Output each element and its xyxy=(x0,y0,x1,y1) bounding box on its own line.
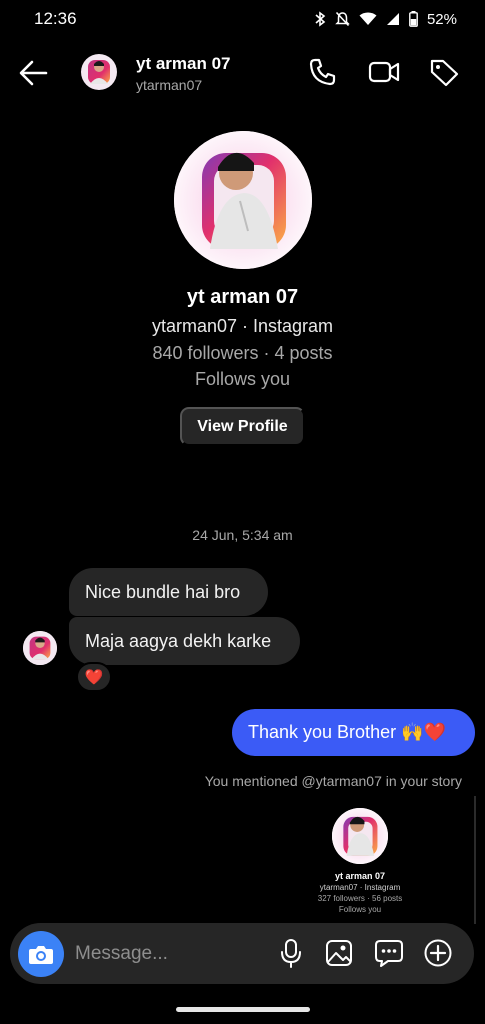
profile-name: yt arman 07 xyxy=(186,286,299,308)
header-name[interactable]: yt arman 07 xyxy=(136,54,231,74)
avatar-image xyxy=(23,631,57,665)
battery-icon xyxy=(409,11,418,27)
status-time: 12:36 xyxy=(34,9,77,28)
avatar-image xyxy=(332,808,388,864)
tag-icon[interactable] xyxy=(428,57,460,87)
sticker-icon[interactable] xyxy=(374,938,404,968)
story-mention-card[interactable]: yt arman 07 ytarman07 · Instagram 327 fo… xyxy=(306,800,420,928)
header-avatar[interactable] xyxy=(81,54,117,90)
story-card-source: ytarman07 · Instagram xyxy=(319,883,401,892)
chat-header: yt arman 07 ytarman07 xyxy=(0,44,485,100)
received-message[interactable]: Maja aagya dekh karke xyxy=(69,617,300,665)
message-composer xyxy=(10,923,474,984)
signal-icon xyxy=(386,13,399,25)
story-card-stats: 327 followers · 56 posts xyxy=(317,894,403,903)
back-arrow-icon[interactable] xyxy=(18,58,50,88)
bluetooth-icon xyxy=(315,11,326,27)
story-mention-note: You mentioned @ytarman07 in your story xyxy=(204,773,462,789)
video-icon[interactable] xyxy=(368,57,400,87)
plus-icon[interactable] xyxy=(423,938,453,968)
battery-percent: 52% xyxy=(426,10,457,28)
header-username[interactable]: ytarman07 xyxy=(136,77,202,93)
camera-button[interactable] xyxy=(18,931,64,977)
camera-icon xyxy=(29,946,53,964)
status-bar: 12:36 52% xyxy=(0,0,485,38)
phone-icon[interactable] xyxy=(307,57,339,87)
wifi-icon xyxy=(359,12,377,25)
profile-follows-you: Follows you xyxy=(194,369,291,389)
home-indicator[interactable] xyxy=(176,1007,310,1012)
view-profile-button[interactable]: View Profile xyxy=(180,407,305,446)
story-card-follows-you: Follows you xyxy=(338,905,382,914)
avatar-image xyxy=(81,54,117,90)
story-avatar xyxy=(332,808,388,864)
profile-avatar[interactable] xyxy=(174,131,312,269)
story-card-name: yt arman 07 xyxy=(334,871,386,881)
mute-icon xyxy=(335,11,350,27)
sent-message[interactable]: Thank you Brother 🙌❤️ xyxy=(232,709,475,756)
avatar-image xyxy=(174,131,312,269)
received-message[interactable]: Nice bundle hai bro xyxy=(69,568,268,616)
heart-reaction[interactable]: ❤️ xyxy=(76,662,112,692)
microphone-icon[interactable] xyxy=(276,938,306,968)
sender-avatar[interactable] xyxy=(23,631,57,665)
profile-stats: 840 followers · 4 posts xyxy=(152,343,333,363)
scroll-indicator xyxy=(474,796,476,924)
message-input[interactable] xyxy=(75,941,255,967)
status-icons: 52% xyxy=(314,11,457,28)
profile-source: ytarman07 · Instagram xyxy=(151,316,334,336)
gallery-icon[interactable] xyxy=(324,938,354,968)
message-timestamp: 24 Jun, 5:34 am xyxy=(192,527,293,543)
